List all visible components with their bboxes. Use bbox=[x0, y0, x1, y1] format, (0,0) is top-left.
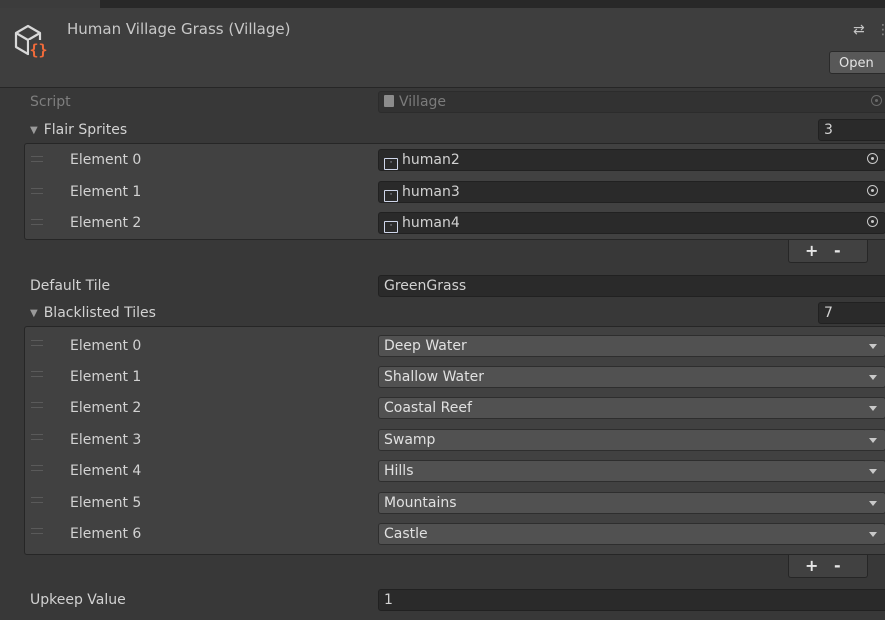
element-label: Element 6 bbox=[70, 526, 142, 542]
add-element-button[interactable]: + bbox=[805, 555, 818, 577]
drag-handle-icon[interactable] bbox=[31, 156, 43, 162]
inspector-header: {} Human Village Grass (Village) ⇄ ⋮ Ope… bbox=[0, 8, 885, 88]
chevron-down-icon bbox=[869, 344, 877, 349]
drag-handle-icon[interactable] bbox=[31, 434, 43, 440]
tile-dropdown[interactable]: Deep Water bbox=[378, 335, 885, 357]
sprite-object-field[interactable]: · human2 bbox=[378, 149, 885, 171]
object-picker-icon[interactable] bbox=[867, 216, 878, 227]
element-label: Element 1 bbox=[70, 184, 142, 200]
tile-dropdown[interactable]: Swamp bbox=[378, 429, 885, 451]
tile-dropdown[interactable]: Coastal Reef bbox=[378, 397, 885, 419]
default-tile-field[interactable]: GreenGrass bbox=[378, 275, 885, 297]
sprite-value: human3 bbox=[402, 184, 460, 200]
asset-title: Human Village Grass (Village) bbox=[67, 20, 291, 38]
sprite-value: human4 bbox=[402, 215, 460, 231]
blacklisted-tiles-list-footer: + - bbox=[788, 555, 868, 578]
tile-dropdown[interactable]: Mountains bbox=[378, 492, 885, 514]
blacklisted-tiles-list: Element 0 Deep Water Element 1 Shallow W… bbox=[24, 326, 885, 555]
object-picker-icon[interactable] bbox=[867, 153, 878, 164]
tile-dropdown-value: Deep Water bbox=[384, 338, 467, 354]
default-tile-label: Default Tile bbox=[30, 278, 111, 294]
element-label: Element 4 bbox=[70, 463, 142, 479]
flair-sprites-foldout[interactable]: ▼ Flair Sprites bbox=[30, 120, 127, 142]
drag-handle-icon[interactable] bbox=[31, 219, 43, 225]
chevron-down-icon bbox=[869, 469, 877, 474]
drag-handle-icon[interactable] bbox=[31, 465, 43, 471]
sprite-object-field[interactable]: · human3 bbox=[378, 181, 885, 203]
element-label: Element 3 bbox=[70, 432, 142, 448]
sprite-icon: · bbox=[384, 158, 398, 170]
element-label: Element 2 bbox=[70, 400, 142, 416]
drag-handle-icon[interactable] bbox=[31, 340, 43, 346]
script-file-icon bbox=[384, 95, 394, 107]
scriptable-object-icon: {} bbox=[14, 24, 48, 58]
blacklisted-tiles-foldout[interactable]: ▼ Blacklisted Tiles bbox=[30, 303, 156, 325]
upkeep-value-field[interactable]: 1 bbox=[378, 589, 885, 611]
script-value: Village bbox=[399, 94, 447, 110]
tile-dropdown-value: Hills bbox=[384, 463, 414, 479]
flair-sprites-size-field[interactable]: 3 bbox=[818, 119, 885, 141]
drag-handle-icon[interactable] bbox=[31, 528, 43, 534]
tile-dropdown-value: Castle bbox=[384, 526, 428, 542]
chevron-down-icon bbox=[869, 406, 877, 411]
upkeep-value-label: Upkeep Value bbox=[30, 592, 126, 608]
drag-handle-icon[interactable] bbox=[31, 497, 43, 503]
sprite-object-field[interactable]: · human4 bbox=[378, 212, 885, 234]
chevron-down-icon bbox=[869, 532, 877, 537]
chevron-down-icon bbox=[869, 438, 877, 443]
remove-element-button[interactable]: - bbox=[834, 240, 841, 262]
foldout-arrow-icon[interactable]: ▼ bbox=[30, 125, 38, 136]
blacklisted-tiles-size-field[interactable]: 7 bbox=[818, 302, 885, 324]
inspector-tab[interactable] bbox=[0, 0, 100, 8]
drag-handle-icon[interactable] bbox=[31, 188, 43, 194]
header-divider bbox=[0, 87, 885, 88]
tile-dropdown-value: Coastal Reef bbox=[384, 400, 472, 416]
foldout-arrow-icon[interactable]: ▼ bbox=[30, 308, 38, 319]
script-field: Village bbox=[378, 91, 885, 113]
element-label: Element 0 bbox=[70, 152, 142, 168]
element-label: Element 5 bbox=[70, 495, 142, 511]
tile-dropdown[interactable]: Hills bbox=[378, 460, 885, 482]
script-label: Script bbox=[30, 94, 71, 110]
element-label: Element 0 bbox=[70, 338, 142, 354]
add-element-button[interactable]: + bbox=[805, 240, 818, 262]
tile-dropdown-value: Shallow Water bbox=[384, 369, 484, 385]
blacklisted-tiles-label: Blacklisted Tiles bbox=[43, 305, 156, 321]
flair-sprites-list-footer: + - bbox=[788, 240, 868, 263]
element-label: Element 1 bbox=[70, 369, 142, 385]
sprite-value: human2 bbox=[402, 152, 460, 168]
sprite-icon: · bbox=[384, 221, 398, 233]
remove-element-button[interactable]: - bbox=[834, 555, 841, 577]
drag-handle-icon[interactable] bbox=[31, 371, 43, 377]
settings-sliders-icon[interactable]: ⇄ bbox=[853, 22, 865, 38]
chevron-down-icon bbox=[869, 375, 877, 380]
drag-handle-icon[interactable] bbox=[31, 402, 43, 408]
object-picker-icon[interactable] bbox=[867, 185, 878, 196]
element-label: Element 2 bbox=[70, 215, 142, 231]
tile-dropdown-value: Mountains bbox=[384, 495, 457, 511]
chevron-down-icon bbox=[869, 501, 877, 506]
tile-dropdown[interactable]: Castle bbox=[378, 523, 885, 545]
tile-dropdown-value: Swamp bbox=[384, 432, 436, 448]
svg-text:{}: {} bbox=[29, 41, 47, 58]
flair-sprites-list: Element 0 · human2 Element 1 · human3 Elem… bbox=[24, 143, 885, 240]
window-tab-strip bbox=[0, 0, 885, 8]
more-options-icon[interactable]: ⋮ bbox=[876, 22, 885, 38]
flair-sprites-label: Flair Sprites bbox=[43, 122, 128, 138]
sprite-icon: · bbox=[384, 190, 398, 202]
object-picker-icon bbox=[871, 95, 882, 106]
tile-dropdown[interactable]: Shallow Water bbox=[378, 366, 885, 388]
open-button[interactable]: Open bbox=[829, 51, 885, 74]
